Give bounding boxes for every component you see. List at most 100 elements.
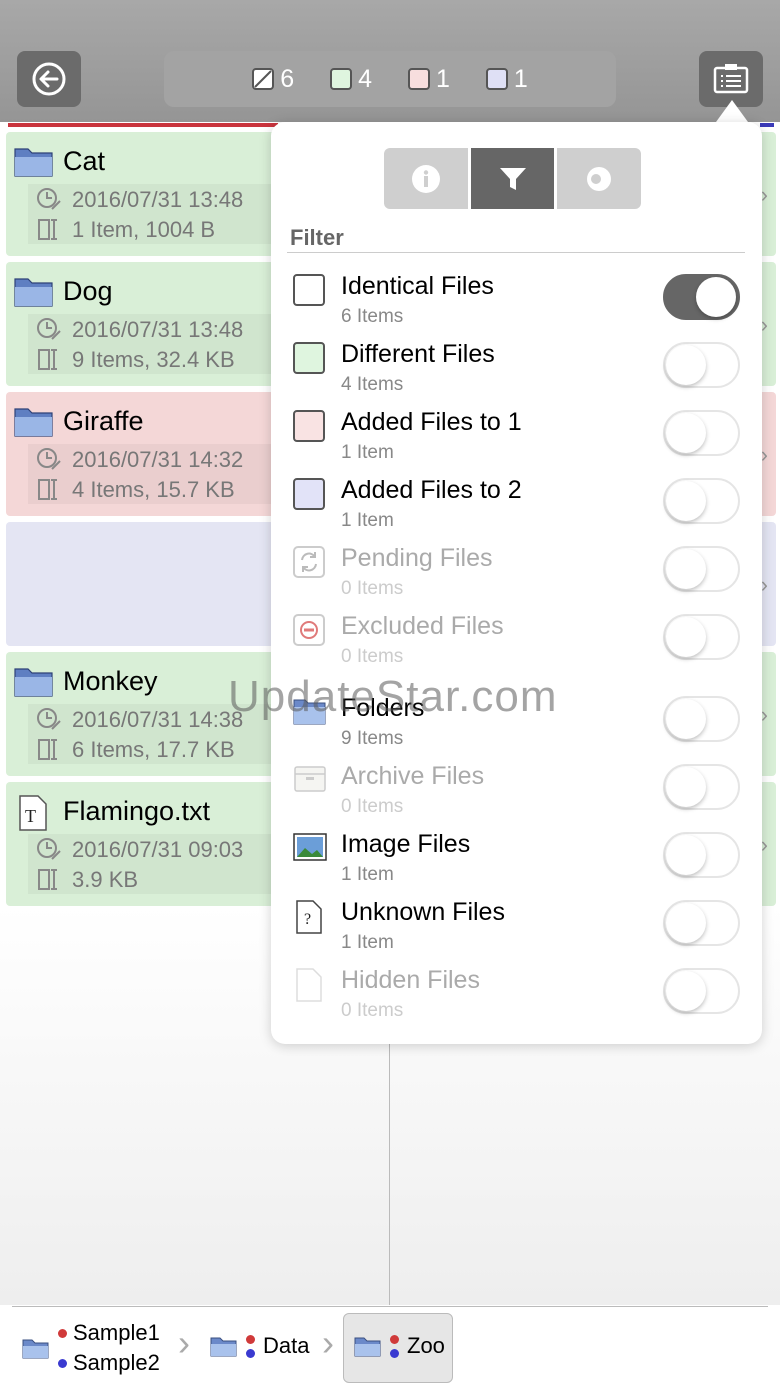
breadcrumb-data[interactable]: Data — [210, 1333, 309, 1359]
summary-identical: 6 — [252, 65, 294, 94]
filter-count: 1 Item — [341, 510, 394, 531]
eye-icon — [587, 166, 612, 191]
summary-different: 4 — [330, 65, 372, 94]
tab-filter[interactable] — [470, 148, 555, 209]
item-info: 4 Items, 15.7 KB — [72, 477, 235, 502]
filter-toggle[interactable] — [663, 546, 740, 592]
breadcrumb-root-label-2: Sample2 — [73, 1350, 160, 1375]
image-icon — [293, 832, 327, 864]
item-date: 2016/07/31 13:48 — [72, 187, 244, 212]
filter-toggle[interactable] — [663, 342, 740, 388]
filter-toggle[interactable] — [663, 696, 740, 742]
toggle-knob — [666, 345, 706, 385]
filter-toggle[interactable] — [663, 764, 740, 810]
summary-added1: 1 — [408, 65, 450, 94]
info-icon — [411, 164, 440, 193]
item-info-line: 4 Items, 15.7 KB — [36, 477, 235, 503]
folder-icon — [354, 1337, 381, 1357]
filter-count: 1 Item — [341, 864, 394, 885]
comparison-summary[interactable]: 6 4 1 1 — [164, 51, 616, 107]
item-date-line: 2016/07/31 14:32 — [36, 447, 243, 473]
svg-text:T: T — [25, 806, 36, 826]
popover-arrow — [716, 100, 748, 122]
filter-count: 1 Item — [341, 932, 394, 953]
breadcrumb-zoo-label: Zoo — [407, 1333, 445, 1358]
filter-row: Pending Files 0 Items — [271, 544, 762, 614]
identical-square-icon — [252, 68, 275, 90]
filter-row: Image Files 1 Item — [271, 830, 762, 900]
filter-row: Archive Files 0 Items — [271, 762, 762, 832]
breadcrumb-root-label-1: Sample1 — [73, 1320, 160, 1345]
item-meta: 2016/07/31 09:03 3.9 KB — [28, 834, 278, 894]
item-date-line: 2016/07/31 14:38 — [36, 707, 243, 733]
side2-dot — [58, 1358, 67, 1368]
filter-label: Unknown Files — [341, 898, 505, 926]
filter-row: Different Files 4 Items — [271, 340, 762, 410]
text-file-icon: T — [19, 795, 47, 831]
item-info: 3.9 KB — [72, 867, 139, 892]
item-meta: 2016/07/31 13:48 9 Items, 32.4 KB — [28, 314, 278, 374]
folder-icon — [22, 1339, 49, 1359]
clock-edit-icon — [37, 318, 61, 340]
panel-menu-button[interactable] — [699, 51, 763, 107]
item-name: Flamingo.txt — [63, 796, 211, 826]
filter-toggle[interactable] — [663, 832, 740, 878]
different-square-icon — [293, 342, 325, 374]
breadcrumb-zoo[interactable]: Zoo — [354, 1333, 445, 1359]
added1-square-icon — [408, 68, 430, 90]
hidden-file-icon — [293, 968, 325, 1002]
filter-toggle[interactable] — [663, 274, 740, 320]
pane-divider — [389, 1040, 390, 1305]
item-date: 2016/07/31 14:32 — [72, 447, 244, 472]
excluded-icon — [293, 614, 325, 646]
item-date: 2016/07/31 09:03 — [72, 837, 244, 862]
tab-info[interactable] — [384, 148, 468, 209]
item-info-line: 3.9 KB — [36, 867, 138, 893]
filter-toggle[interactable] — [663, 968, 740, 1014]
filter-toggle[interactable] — [663, 900, 740, 946]
summary-identical-count: 6 — [280, 64, 295, 93]
filter-label: Pending Files — [341, 544, 493, 572]
filter-row: Identical Files 6 Items — [271, 272, 762, 342]
filter-row: Added Files to 1 1 Item — [271, 408, 762, 478]
filter-separator — [287, 252, 745, 253]
filter-label: Different Files — [341, 340, 495, 368]
size-icon — [38, 869, 57, 890]
filter-label: Identical Files — [341, 272, 494, 300]
tab-view[interactable] — [557, 148, 642, 209]
filter-label: Archive Files — [341, 762, 485, 790]
item-name: Cat — [63, 146, 106, 176]
toggle-knob — [666, 617, 706, 657]
folder-icon — [14, 408, 53, 437]
summary-added2-count: 1 — [513, 64, 528, 93]
clock-edit-icon — [37, 188, 61, 210]
filter-count: 0 Items — [341, 646, 404, 667]
breadcrumb-data-label: Data — [263, 1333, 310, 1358]
summary-different-count: 4 — [358, 64, 372, 93]
filter-toggle[interactable] — [663, 478, 740, 524]
back-button[interactable] — [17, 51, 81, 107]
summary-added1-count: 1 — [436, 64, 450, 93]
item-date: 2016/07/31 14:38 — [72, 707, 244, 732]
item-info-line: 9 Items, 32.4 KB — [36, 347, 235, 373]
added2-square-icon — [485, 68, 508, 90]
watermark: UpdateStar.com — [228, 672, 558, 721]
filter-toggle[interactable] — [663, 614, 740, 660]
filter-label: Added Files to 1 — [341, 408, 522, 436]
item-name: Dog — [63, 276, 113, 306]
top-toolbar: 6 4 1 1 — [0, 0, 780, 122]
toggle-knob — [696, 277, 736, 317]
filter-icon — [499, 167, 526, 190]
folder-icon — [14, 278, 53, 307]
footer-separator — [12, 1306, 768, 1307]
filter-toggle[interactable] — [663, 410, 740, 456]
unknown-file-icon: ? — [293, 900, 325, 934]
filter-heading: Filter — [290, 225, 344, 250]
toggle-knob — [666, 549, 706, 589]
folder-icon — [14, 668, 53, 697]
breadcrumb-root[interactable]: Sample1 Sample2 — [22, 1320, 160, 1376]
item-info: 1 Item, 1004 B — [72, 217, 216, 242]
filter-count: 0 Items — [341, 578, 404, 599]
added1-square-icon — [293, 410, 325, 442]
item-info-line: 6 Items, 17.7 KB — [36, 737, 235, 763]
